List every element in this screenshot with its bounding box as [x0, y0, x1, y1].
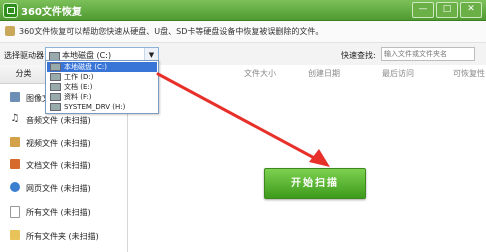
start-scan-button[interactable]: 开始扫描 [264, 168, 366, 199]
annotation-arrow [156, 72, 330, 167]
